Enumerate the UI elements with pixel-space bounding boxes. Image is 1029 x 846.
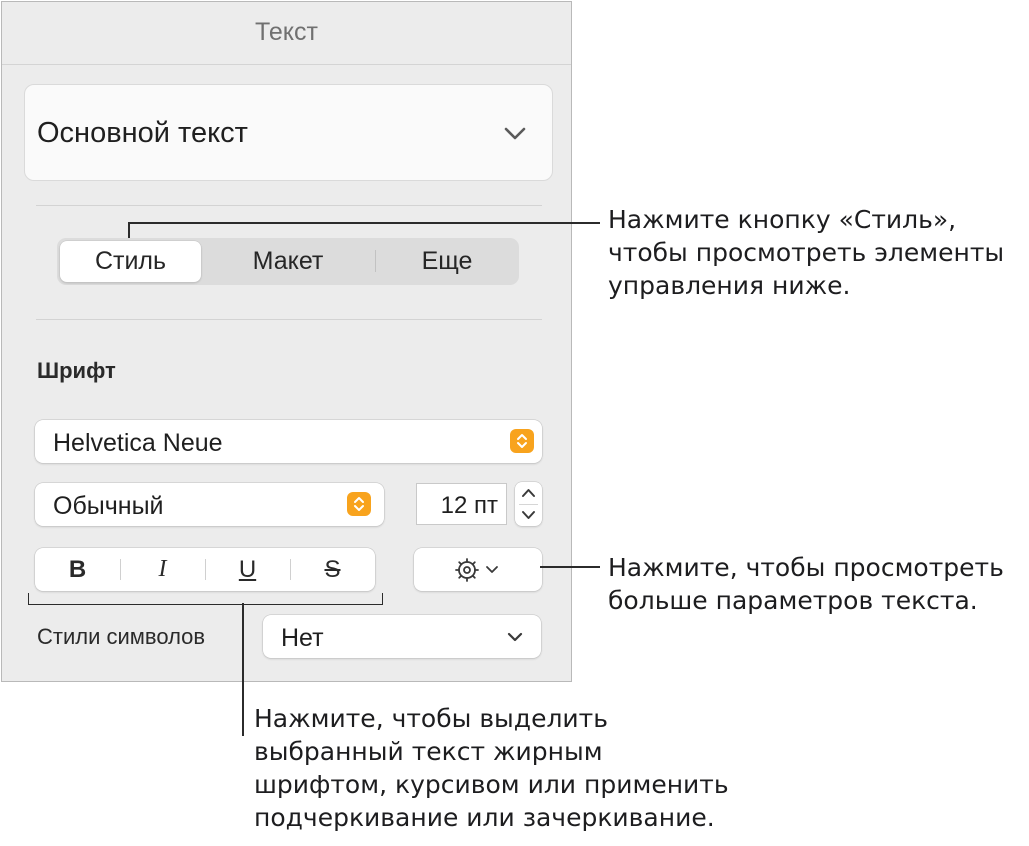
chevron-down-icon (507, 632, 523, 642)
callout-text: управления ниже. (608, 271, 851, 300)
chevron-up-icon[interactable] (521, 486, 536, 500)
panel-title: Текст (2, 2, 571, 65)
chevron-down-icon[interactable] (521, 508, 536, 522)
tab-style[interactable]: Стиль (60, 241, 201, 282)
paragraph-style-menu[interactable]: Основной текст (24, 84, 553, 181)
callout-text: Нажмите кнопку «Стиль», (608, 205, 957, 234)
callout-text: Нажмите, чтобы просмотреть (608, 553, 1004, 582)
font-size-field[interactable]: 12 пт (416, 483, 507, 525)
font-family-value: Helvetica Neue (53, 429, 223, 457)
callout-line (128, 222, 130, 238)
stepper-divider (519, 504, 538, 505)
callout-line (242, 603, 244, 736)
updown-arrows-icon (510, 429, 534, 453)
underline-button[interactable]: U (205, 548, 290, 591)
callout-text: больше параметров текста. (608, 586, 978, 615)
font-size-value: 12 пт (440, 492, 498, 519)
gear-callout: Нажмите, чтобы просмотреть больше параме… (608, 551, 1004, 617)
text-format-buttons: B I U S (35, 548, 375, 591)
divider (36, 205, 542, 206)
callout-line (128, 222, 600, 224)
tab-more[interactable]: Еще (375, 238, 519, 285)
callout-text: Нажмите, чтобы выделить (254, 704, 608, 733)
callout-text: выбранный текст жирным (254, 737, 603, 766)
tab-control: Стиль Макет Еще (57, 238, 519, 285)
callout-text: чтобы просмотреть элементы (608, 238, 1005, 267)
updown-arrows-icon (347, 492, 371, 516)
paragraph-style-name: Основной текст (37, 117, 248, 149)
divider (36, 319, 542, 320)
font-size-stepper[interactable] (515, 482, 542, 526)
callout-line (540, 566, 600, 568)
text-format-panel: Текст Основной текст Стиль Макет Еще Шри… (1, 1, 572, 682)
typeface-value: Обычный (53, 492, 164, 520)
character-style-value: Нет (281, 624, 324, 652)
character-styles-label: Стили символов (37, 624, 206, 649)
advanced-options-button[interactable] (414, 548, 542, 591)
tab-layout[interactable]: Макет (219, 238, 357, 285)
typeface-popup[interactable]: Обычный (35, 483, 384, 526)
italic-button[interactable]: I (120, 548, 205, 591)
format-callout: Нажмите, чтобы выделить выбранный текст … (254, 702, 729, 834)
callout-text: подчеркивание или зачеркивание. (254, 803, 715, 832)
chevron-down-icon (504, 127, 526, 140)
callout-text: шрифтом, курсивом или применить (254, 770, 729, 799)
format-buttons-bracket (28, 593, 383, 605)
style-tab-callout: Нажмите кнопку «Стиль», чтобы просмотрет… (608, 203, 1004, 302)
gear-icon (455, 558, 498, 582)
character-styles-popup[interactable]: Нет (263, 615, 541, 658)
bold-button[interactable]: B (35, 548, 120, 591)
font-section-title: Шрифт (37, 358, 116, 383)
font-family-popup[interactable]: Helvetica Neue (35, 420, 542, 463)
strikethrough-button[interactable]: S (290, 548, 375, 591)
